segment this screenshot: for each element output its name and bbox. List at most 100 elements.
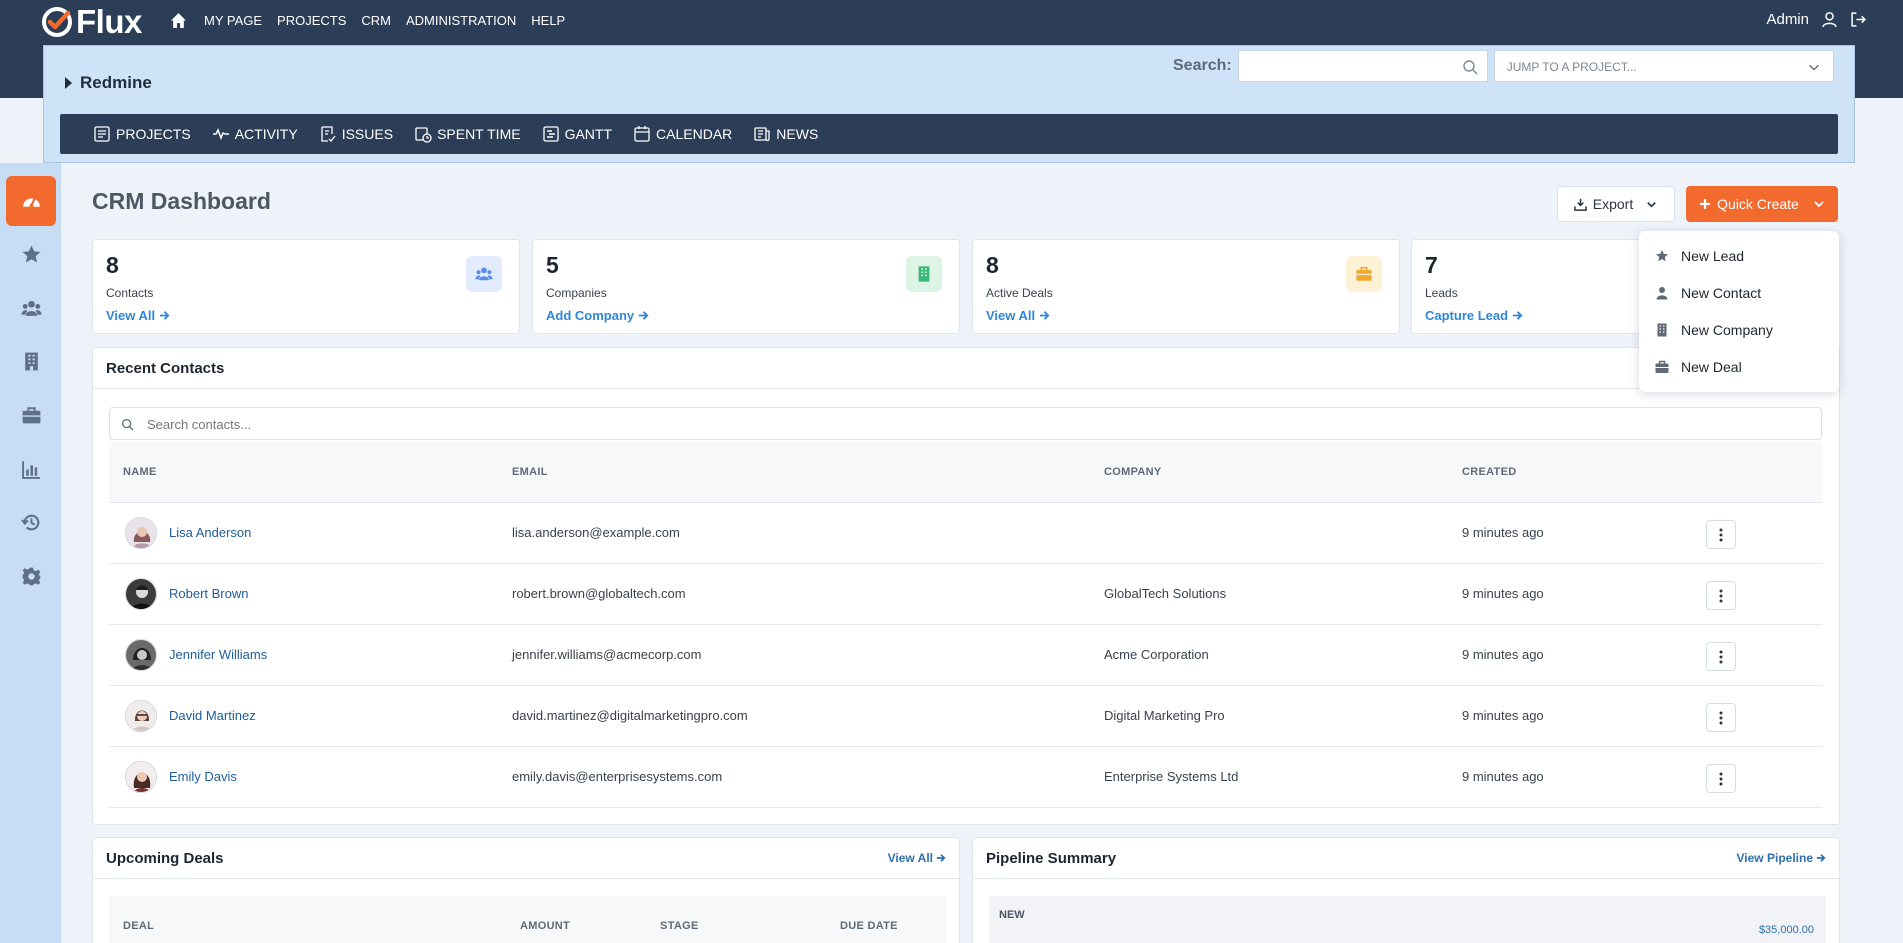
users-icon [21, 300, 41, 316]
contact-company: Enterprise Systems Ltd [1104, 769, 1239, 784]
column-header-company[interactable]: COMPANY [1104, 466, 1162, 478]
search-box [1237, 50, 1488, 82]
news-icon [754, 127, 770, 142]
project-title[interactable]: Redmine [65, 73, 152, 93]
row-actions-button[interactable] [1706, 764, 1736, 793]
crm-sidebar [0, 163, 61, 943]
contacts-search-input[interactable] [147, 413, 647, 435]
topnav-my-page[interactable]: MY PAGE [204, 13, 262, 28]
column-header-email[interactable]: EMAIL [512, 466, 548, 478]
topnav-administration[interactable]: ADMINISTRATION [406, 13, 516, 28]
capture-lead-link[interactable]: Capture Lead [1425, 308, 1523, 323]
menu-item-new-deal[interactable]: New Deal [1655, 357, 1742, 377]
avatar [125, 517, 157, 549]
sidebar-item-history[interactable] [6, 497, 56, 547]
column-header-created[interactable]: CREATED [1462, 466, 1516, 478]
app-logo[interactable]: Flux [41, 3, 142, 40]
view-all-contacts-link[interactable]: View All [106, 308, 170, 323]
contact-name-link[interactable]: David Martinez [169, 708, 256, 723]
contact-name-link[interactable]: Robert Brown [169, 586, 248, 601]
column-header-deal[interactable]: DEAL [123, 920, 154, 932]
quick-create-button[interactable]: Quick Create [1686, 186, 1838, 222]
contact-name-link[interactable]: Lisa Anderson [169, 525, 251, 540]
contact-company: Digital Marketing Pro [1104, 708, 1225, 723]
dashboard-gauge-icon [22, 196, 40, 208]
stat-label: Leads [1425, 286, 1458, 300]
users-icon [475, 267, 493, 281]
upcoming-deals-title: Upcoming Deals [93, 838, 959, 879]
row-actions-button[interactable] [1706, 703, 1736, 732]
sidebar-item-deals[interactable] [6, 390, 56, 440]
logout-icon[interactable] [1850, 11, 1867, 28]
home-icon[interactable] [170, 12, 187, 29]
topnav-help[interactable]: HELP [531, 13, 565, 28]
stat-label: Active Deals [986, 286, 1053, 300]
contact-company: GlobalTech Solutions [1104, 586, 1227, 601]
user-menu: Admin [1766, 11, 1867, 28]
add-company-link[interactable]: Add Company [546, 308, 649, 323]
contact-email: robert.brown@globaltech.com [512, 586, 686, 601]
row-actions-button[interactable] [1706, 520, 1736, 549]
sidebar-item-reports[interactable] [6, 444, 56, 494]
view-all-upcoming-deals-link[interactable]: View All [888, 851, 946, 865]
topnav-crm[interactable]: CRM [361, 13, 391, 28]
view-all-deals-link[interactable]: View All [986, 308, 1050, 323]
contact-email: lisa.anderson@example.com [512, 525, 680, 540]
avatar [125, 700, 157, 732]
row-actions-button[interactable] [1706, 581, 1736, 610]
more-vertical-icon [1719, 589, 1723, 602]
contact-email: david.martinez@digitalmarketingpro.com [512, 708, 748, 723]
user-icon[interactable] [1821, 11, 1838, 28]
person-avatar-icon [126, 518, 156, 548]
search-icon[interactable] [1462, 59, 1478, 75]
project-menu-issues[interactable]: ISSUES [319, 125, 393, 143]
contact-name-link[interactable]: Jennifer Williams [169, 647, 267, 662]
column-header-name[interactable]: NAME [123, 466, 157, 478]
export-button[interactable]: Export [1557, 186, 1675, 222]
briefcase-badge [1346, 256, 1382, 292]
sidebar-item-contacts[interactable] [6, 283, 56, 333]
building-icon [918, 266, 930, 282]
project-menu-news[interactable]: NEWS [753, 125, 818, 143]
app-name: Flux [76, 3, 142, 40]
jump-to-project-select[interactable]: JUMP TO A PROJECT... [1493, 50, 1834, 82]
briefcase-icon [1655, 360, 1669, 373]
user-icon [1656, 287, 1668, 300]
person-avatar-icon [126, 640, 156, 670]
view-pipeline-link[interactable]: View Pipeline [1737, 851, 1826, 865]
sidebar-item-companies[interactable] [6, 336, 56, 386]
contacts-search-box [109, 407, 1822, 440]
search-icon [121, 418, 134, 431]
caret-right-icon [65, 77, 72, 89]
menu-item-new-lead[interactable]: New Lead [1655, 246, 1744, 266]
column-header-amount[interactable]: AMOUNT [520, 920, 570, 932]
menu-item-new-company[interactable]: New Company [1655, 320, 1773, 340]
project-menu-projects[interactable]: PROJECTS [93, 125, 191, 143]
issues-icon [321, 126, 336, 142]
user-name[interactable]: Admin [1766, 11, 1809, 28]
project-name: Redmine [80, 73, 152, 92]
search-input[interactable] [1238, 51, 1449, 81]
sidebar-item-settings[interactable] [6, 551, 56, 601]
topnav-projects[interactable]: PROJECTS [277, 13, 346, 28]
sidebar-item-dashboard[interactable] [6, 176, 56, 226]
chevron-down-icon [1647, 201, 1657, 208]
project-menu-activity[interactable]: ACTIVITY [212, 125, 298, 143]
activity-icon [212, 128, 229, 141]
contact-created: 9 minutes ago [1462, 586, 1544, 601]
contact-name-link[interactable]: Emily Davis [169, 769, 237, 784]
stat-value: 5 [546, 252, 559, 278]
project-menu-spent-time[interactable]: SPENT TIME [414, 125, 521, 143]
calendar-icon [634, 126, 650, 142]
column-header-due-date[interactable]: DUE DATE [840, 920, 898, 932]
sidebar-item-favorites[interactable] [6, 229, 56, 279]
menu-item-new-contact[interactable]: New Contact [1655, 283, 1761, 303]
row-actions-button[interactable] [1706, 642, 1736, 671]
project-menu-calendar[interactable]: CALENDAR [633, 125, 732, 143]
contact-created: 9 minutes ago [1462, 708, 1544, 723]
building-icon [24, 352, 38, 370]
pipeline-stage-new[interactable]: NEW $35,000.00 [989, 896, 1826, 943]
project-menu-gantt[interactable]: GANTT [542, 125, 612, 143]
flux-logo-icon [42, 7, 72, 37]
column-header-stage[interactable]: STAGE [660, 920, 699, 932]
